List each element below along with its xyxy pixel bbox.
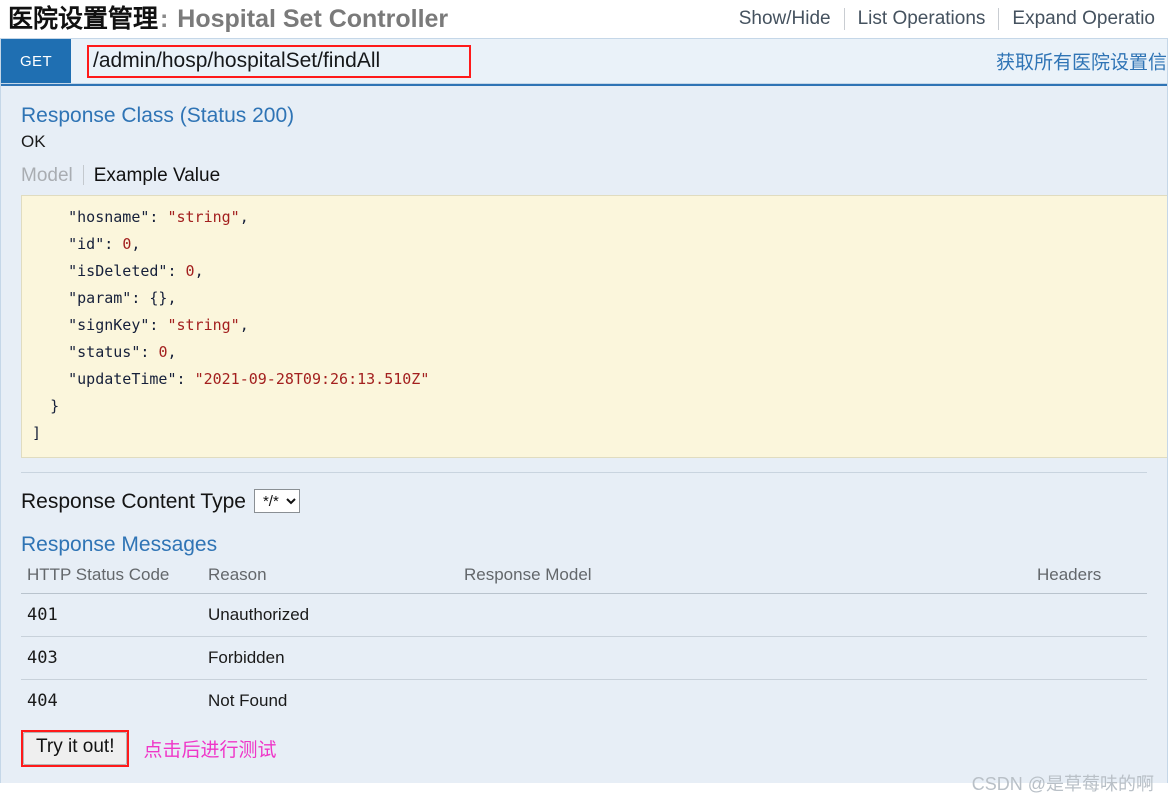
resource-options: Show/Hide List Operations Expand Operati… bbox=[726, 8, 1168, 30]
response-class-title: Response Class (Status 200) bbox=[21, 104, 295, 127]
cell-headers bbox=[1031, 679, 1147, 722]
operation-body: Response Class (Status 200) OK Model Exa… bbox=[1, 84, 1167, 783]
cell-response-model bbox=[458, 679, 1031, 722]
cell-response-model bbox=[458, 593, 1031, 637]
response-content-type-label: Response Content Type bbox=[21, 489, 246, 513]
column-http-status-code: HTTP Status Code bbox=[21, 562, 202, 594]
resource-header: 医院设置管理: Hospital Set Controller Show/Hid… bbox=[0, 0, 1168, 38]
resource-title-en: Hospital Set Controller bbox=[177, 4, 449, 33]
cell-response-model bbox=[458, 636, 1031, 680]
response-messages-head: HTTP Status Code Reason Response Model H… bbox=[21, 562, 1147, 594]
try-it-out-annotation-box: Try it out! bbox=[21, 729, 130, 767]
try-it-out-annotation-text: 点击后进行测试 bbox=[143, 739, 277, 761]
try-it-out-button[interactable]: Try it out! bbox=[23, 731, 128, 765]
column-response-model: Response Model bbox=[458, 562, 1031, 594]
response-messages-title: Response Messages bbox=[21, 533, 218, 557]
list-operations-link[interactable]: List Operations bbox=[845, 8, 999, 30]
submit-row: Try it out! 点击后进行测试 bbox=[21, 722, 1147, 783]
table-header-row: HTTP Status Code Reason Response Model H… bbox=[21, 562, 1147, 594]
cell-status-code: 401 bbox=[21, 593, 202, 637]
show-hide-link[interactable]: Show/Hide bbox=[726, 8, 844, 30]
cell-reason: Forbidden bbox=[202, 636, 458, 680]
resource-title: 医院设置管理: Hospital Set Controller bbox=[4, 4, 449, 33]
cell-reason: Not Found bbox=[208, 690, 288, 710]
response-content-type-row: Response Content Type */* bbox=[21, 473, 1147, 517]
tab-model[interactable]: Model bbox=[21, 166, 83, 185]
response-status-description: OK bbox=[21, 132, 46, 152]
table-row: 401 Unauthorized bbox=[21, 593, 1147, 637]
column-reason: Reason bbox=[202, 562, 458, 594]
cell-reason: Unauthorized bbox=[202, 593, 458, 637]
table-row: 403 Forbidden bbox=[21, 636, 1147, 680]
signature-tabs: Model Example Value bbox=[21, 165, 1147, 186]
http-method-badge: GET bbox=[1, 39, 71, 83]
response-messages-body: 401 Unauthorized 403 Forbidden 404 Not Found bbox=[21, 593, 1147, 722]
tab-example-value[interactable]: Example Value bbox=[84, 166, 220, 185]
cell-headers bbox=[1031, 636, 1147, 680]
operation-path-wrap: /admin/hosp/hospitalSet/findAll 获取所有医院设置… bbox=[71, 39, 1167, 83]
cell-status-code: 404 bbox=[27, 690, 58, 711]
cell-status-code: 403 bbox=[21, 636, 202, 680]
operation-path[interactable]: /admin/hosp/hospitalSet/findAll bbox=[87, 44, 471, 78]
expand-operations-link[interactable]: Expand Operatio bbox=[999, 8, 1168, 30]
resource-title-cn: 医院设置管理 bbox=[8, 4, 159, 33]
response-content-type-select[interactable]: */* bbox=[253, 489, 300, 514]
cell-headers bbox=[1031, 593, 1147, 637]
example-value-code: "hosname": "string", "id": 0, "isDeleted… bbox=[21, 195, 1167, 459]
response-messages-table: HTTP Status Code Reason Response Model H… bbox=[21, 562, 1147, 722]
table-row: 404 Not Found bbox=[21, 679, 1147, 722]
operation-content: Response Class (Status 200) OK Model Exa… bbox=[1, 102, 1167, 783]
column-headers: Headers bbox=[1031, 562, 1147, 594]
resource-title-separator: : bbox=[160, 4, 169, 33]
operation-summary: 获取所有医院设置信 bbox=[995, 52, 1167, 74]
operation-heading[interactable]: GET /admin/hosp/hospitalSet/findAll 获取所有… bbox=[1, 38, 1167, 84]
operation-block: GET /admin/hosp/hospitalSet/findAll 获取所有… bbox=[0, 38, 1168, 783]
